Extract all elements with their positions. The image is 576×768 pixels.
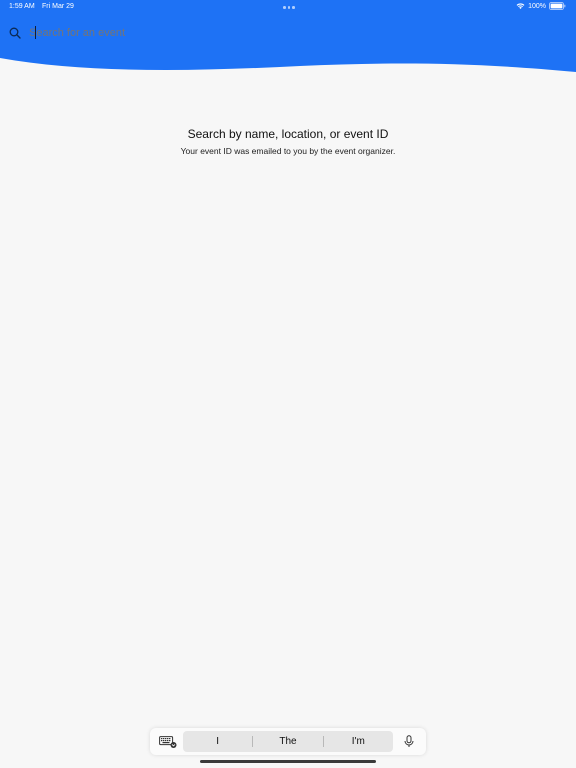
screen: 1:59 AM Fri Mar 29 100% Search for an ev…	[0, 0, 576, 768]
empty-state-title: Search by name, location, or event ID	[187, 127, 389, 141]
microphone-icon[interactable]	[403, 735, 415, 748]
status-right: 100%	[516, 2, 566, 10]
wifi-icon	[516, 3, 525, 9]
status-time: 1:59 AM	[9, 3, 35, 10]
header: 1:59 AM Fri Mar 29 100%	[0, 0, 576, 74]
status-date: Fri Mar 29	[42, 3, 74, 10]
keyboard-suggestion-bar: I The I'm	[150, 728, 426, 755]
suggestion-item[interactable]: I	[183, 736, 252, 747]
search-input[interactable]	[27, 25, 427, 41]
battery-percentage: 100%	[528, 2, 546, 10]
keyboard-icon[interactable]	[159, 735, 177, 748]
suggestions-strip: I The I'm	[183, 731, 393, 752]
status-bar: 1:59 AM Fri Mar 29 100%	[0, 0, 576, 14]
search-icon	[9, 27, 21, 39]
home-indicator[interactable]	[200, 760, 376, 763]
text-caret	[35, 26, 36, 39]
suggestion-item[interactable]: I'm	[324, 736, 393, 747]
battery-icon	[549, 2, 566, 10]
multitasking-dots-icon[interactable]	[283, 6, 295, 9]
search-bar[interactable]	[9, 24, 549, 42]
suggestion-item[interactable]: The	[253, 736, 322, 747]
empty-state-subtitle: Your event ID was emailed to you by the …	[180, 146, 396, 156]
